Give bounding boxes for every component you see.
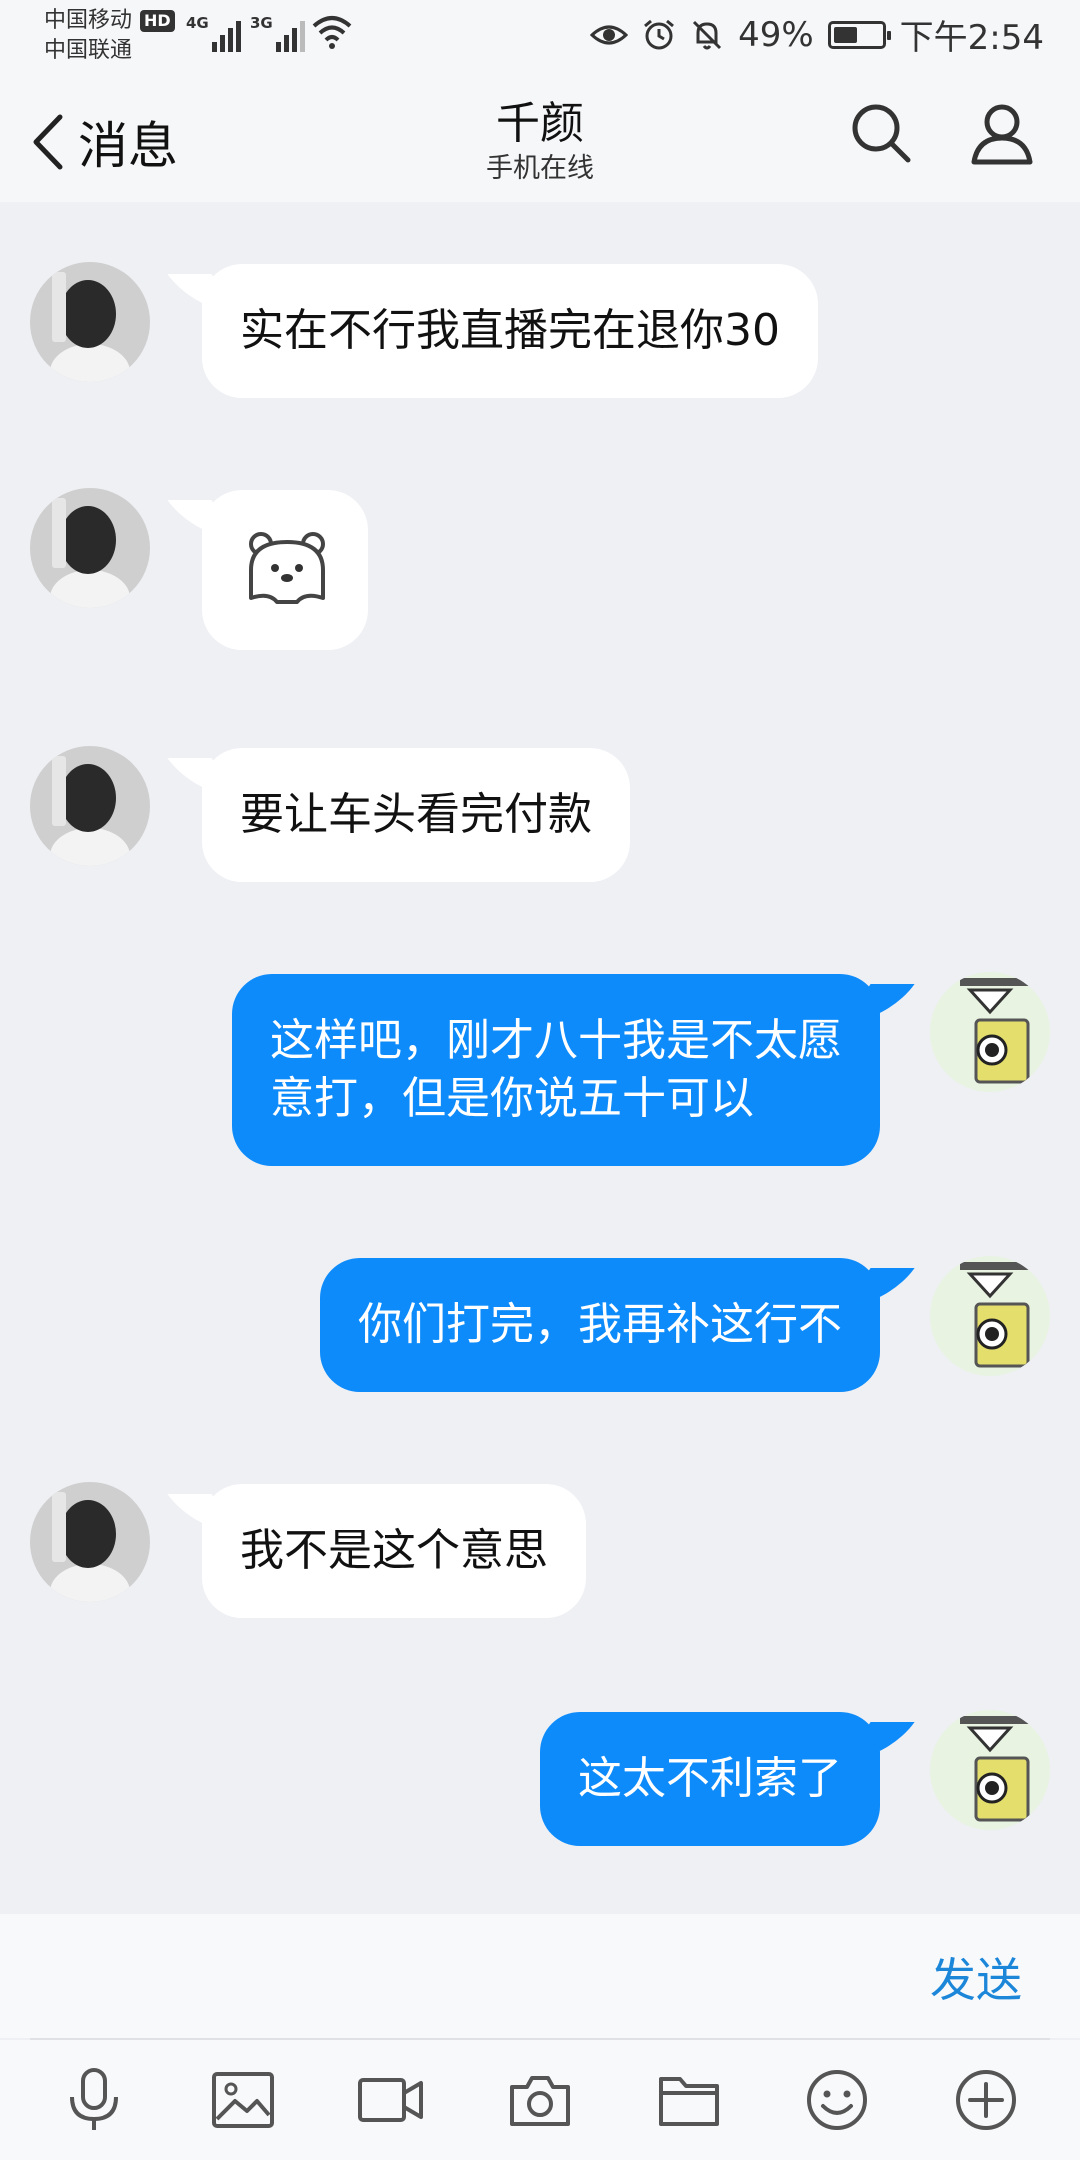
image-button[interactable] [203, 2060, 283, 2140]
chat-header: 消息 千颜 手机在线 [0, 78, 1080, 202]
alarm-icon [644, 19, 675, 49]
contact-title[interactable]: 千颜 手机在线 [340, 96, 740, 186]
chat-message-list[interactable]: 实在不行我直播完在退你30 要让车头看完付款 这样吧，刚才八十我是不太愿 意打，… [0, 202, 1080, 1914]
send-button[interactable]: 发送 [930, 1944, 1022, 2010]
more-button[interactable] [946, 2060, 1026, 2140]
message-bubble[interactable]: 要让车头看完付款 [202, 748, 630, 882]
mute-bell-icon [693, 20, 722, 49]
camera-button[interactable] [500, 2060, 580, 2140]
message-bubble[interactable]: 我不是这个意思 [202, 1484, 586, 1618]
message-bubble[interactable]: 这样吧，刚才八十我是不太愿 意打，但是你说五十可以 [232, 974, 880, 1166]
chevron-left-icon [33, 114, 63, 170]
message-text-line-1: 这样吧，刚才八十我是不太愿 [270, 1015, 842, 1066]
plus-icon [955, 2070, 1016, 2130]
status-right-group: 49% 下午2:54 [590, 10, 1044, 59]
camera-icon [509, 2076, 570, 2126]
message-text: 我不是这个意思 [240, 1525, 548, 1576]
contact-avatar[interactable] [30, 1482, 150, 1602]
my-avatar[interactable] [930, 972, 1050, 1092]
message-text-line-2: 意打，但是你说五十可以 [270, 1073, 754, 1124]
sticker-bubble[interactable] [202, 490, 368, 650]
contact-avatar-image [30, 488, 150, 608]
search-icon[interactable] [850, 102, 912, 164]
my-avatar[interactable] [930, 1710, 1050, 1830]
back-button[interactable]: 消息 [30, 106, 178, 178]
my-avatar-image [930, 1710, 1050, 1830]
message-text: 要让车头看完付款 [240, 789, 592, 840]
battery-percent: 49% [738, 14, 814, 55]
my-avatar[interactable] [930, 1256, 1050, 1376]
contact-avatar[interactable] [30, 262, 150, 382]
network-4g-label: 4G [186, 14, 209, 32]
carrier-1: 中国移动 [44, 8, 133, 33]
video-icon [358, 2078, 424, 2122]
message-text: 这太不利索了 [578, 1753, 842, 1804]
carrier-2: 中国联通 [44, 38, 133, 63]
contact-status: 手机在线 [486, 153, 594, 184]
carrier-info: 中国移动 中国联通 [44, 6, 132, 66]
back-label: 消息 [78, 117, 178, 175]
folder-icon [658, 2077, 719, 2126]
microphone-icon [70, 2068, 119, 2130]
signal-3g-icon: 3G [250, 14, 305, 52]
clock: 下午2:54 [899, 18, 1044, 58]
voice-button[interactable] [54, 2060, 134, 2140]
hd-badge: HD [140, 10, 175, 32]
network-3g-label: 3G [250, 14, 273, 32]
status-bar: 中国移动 中国联通 HD 4G 3G 49% 下午2:54 [0, 0, 1080, 78]
image-icon [211, 2072, 274, 2128]
message-bubble[interactable]: 实在不行我直播完在退你30 [202, 264, 818, 398]
message-text: 实在不行我直播完在退你30 [240, 305, 780, 356]
contact-avatar-image [30, 262, 150, 382]
contact-avatar-image [30, 746, 150, 866]
message-input-area[interactable]: 发送 [0, 1914, 1080, 2038]
message-bubble[interactable]: 你们打完，我再补这行不 [320, 1258, 880, 1392]
signal-4g-icon: 4G [186, 14, 241, 52]
file-button[interactable] [649, 2060, 729, 2140]
my-avatar-image [930, 972, 1050, 1092]
contact-avatar[interactable] [30, 746, 150, 866]
eye-comfort-icon [590, 25, 629, 44]
contact-avatar[interactable] [30, 488, 150, 608]
message-bubble[interactable]: 这太不利索了 [540, 1712, 880, 1846]
battery-icon [827, 20, 891, 49]
my-avatar-image [930, 1256, 1050, 1376]
message-text: 你们打完，我再补这行不 [358, 1299, 842, 1350]
contact-name: 千颜 [496, 98, 584, 149]
bear-sticker-icon [249, 532, 325, 604]
battery-fill [833, 26, 857, 43]
emoji-icon [807, 2070, 868, 2130]
profile-icon[interactable] [970, 102, 1034, 168]
video-button[interactable] [351, 2060, 431, 2140]
input-toolbar [0, 2040, 1080, 2160]
wifi-icon [312, 16, 352, 49]
contact-avatar-image [30, 1482, 150, 1602]
emoji-button[interactable] [797, 2060, 877, 2140]
